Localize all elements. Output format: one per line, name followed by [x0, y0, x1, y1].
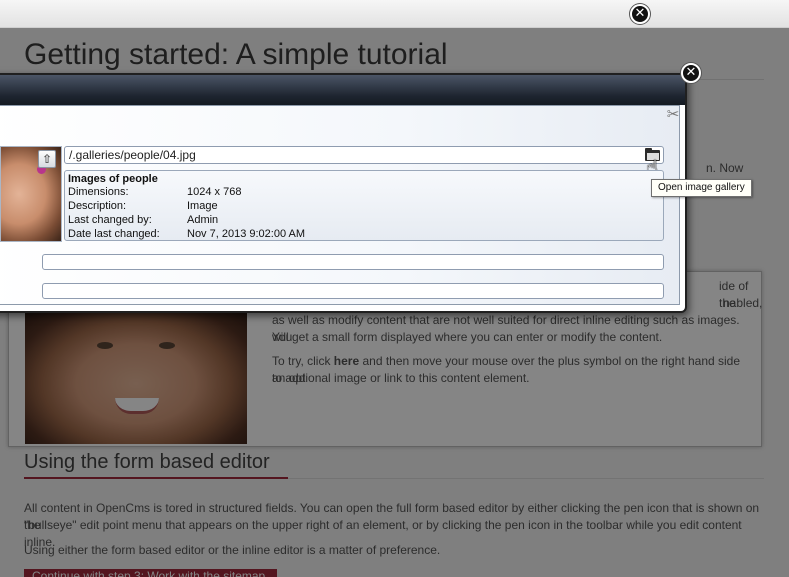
info-label: Description:	[68, 200, 127, 212]
info-label: Last changed by:	[68, 214, 152, 226]
text-field[interactable]	[42, 254, 664, 270]
upload-icon[interactable]: ⇧	[38, 150, 56, 168]
close-icon[interactable]: ✕	[681, 63, 701, 83]
image-path-field[interactable]: /.galleries/people/04.jpg	[64, 146, 664, 164]
info-value: Image	[187, 200, 218, 212]
info-label: Dimensions:	[68, 186, 129, 198]
info-value: 1024 x 768	[187, 186, 242, 198]
dialog-header	[0, 75, 685, 105]
gallery-tooltip: Open image gallery	[651, 179, 752, 197]
info-value: Admin	[187, 214, 219, 226]
top-toolbar: ✕	[0, 0, 789, 28]
info-value: Nov 7, 2013 9:02:00 AM	[187, 228, 306, 240]
text-field[interactable]	[42, 283, 664, 299]
close-icon[interactable]: ✕	[630, 4, 650, 24]
info-label: Date last changed:	[68, 228, 160, 240]
image-info-box: Images of people Dimensions: 1024 x 768 …	[64, 170, 664, 241]
scissors-icon[interactable]: ✂	[664, 105, 682, 123]
info-title: Images of people	[68, 173, 158, 185]
